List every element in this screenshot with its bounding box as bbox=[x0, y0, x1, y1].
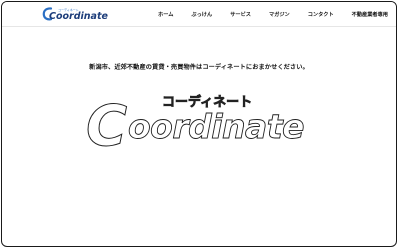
nav-contact[interactable]: コンタクト bbox=[308, 11, 334, 18]
nav-home[interactable]: ホーム bbox=[158, 11, 173, 18]
tagline: 新潟市、近郊不動産の賃貸・売買物件はコーディネートにおまかせください。 bbox=[89, 64, 309, 71]
nav-magazine[interactable]: マガジン bbox=[269, 11, 290, 18]
site-logo[interactable]: コーディネート Coordinate bbox=[42, 6, 117, 22]
logo-wordmark: Coordinate bbox=[49, 11, 108, 22]
main-nav: ホーム ぶっけん サービス マガジン コンタクト 不動産業者専用 bbox=[140, 2, 388, 26]
nav-properties[interactable]: ぶっけん bbox=[191, 11, 212, 18]
brand-logo-initial: C bbox=[86, 94, 127, 159]
brand-logo-wordmark: oordinate bbox=[128, 107, 304, 146]
site-header: コーディネート Coordinate ホーム ぶっけん サービス マガジン コン… bbox=[2, 2, 396, 27]
nav-services[interactable]: サービス bbox=[230, 11, 251, 18]
page-frame: コーディネート Coordinate ホーム ぶっけん サービス マガジン コン… bbox=[1, 1, 397, 247]
nav-realtor-only[interactable]: 不動産業者専用 bbox=[352, 11, 388, 18]
brand-logo: コーディネート C oordinate bbox=[84, 88, 310, 160]
